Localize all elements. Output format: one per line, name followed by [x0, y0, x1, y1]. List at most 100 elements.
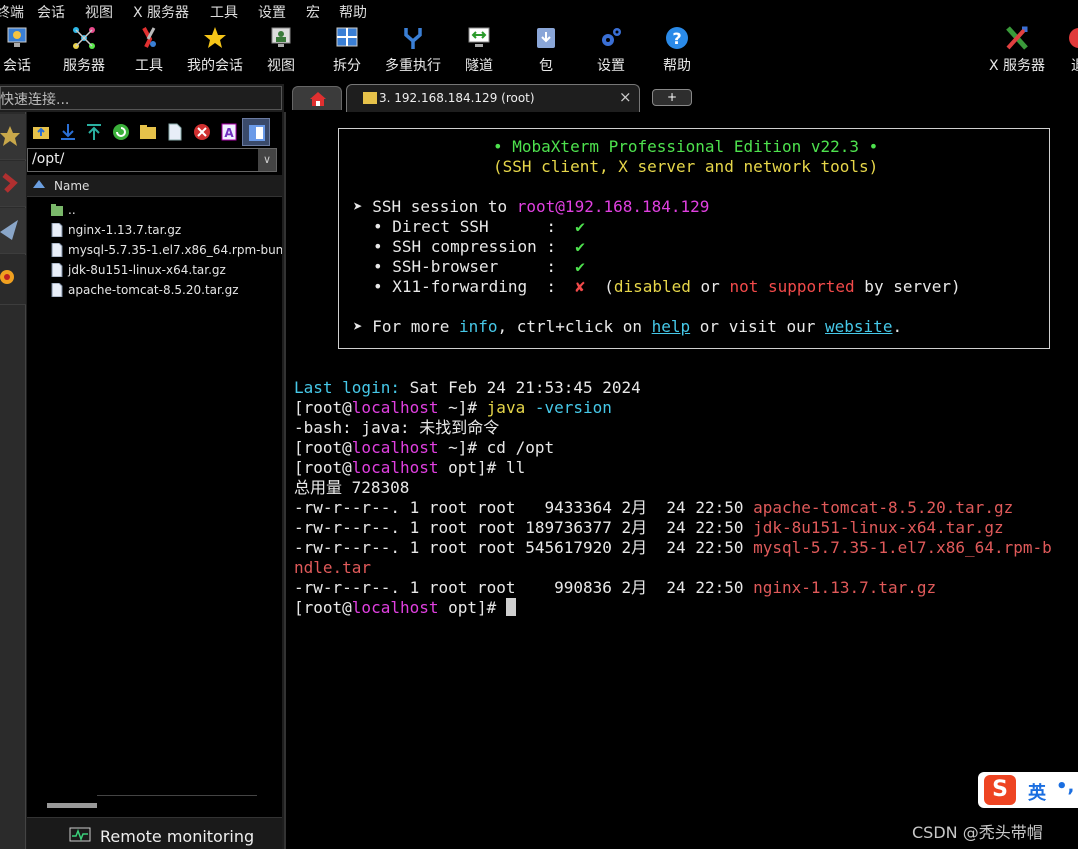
terminal-line-listing: -rw-r--r--. 1 root root 9433364 2月 24 22…	[294, 498, 1014, 517]
monitor-icon	[7, 27, 27, 47]
column-header-name[interactable]: Name	[27, 175, 282, 197]
package-icon	[537, 28, 555, 48]
file-row-parent[interactable]: ..	[49, 200, 282, 220]
terminal-line-last-login: Last login: Sat Feb 24 21:53:45 2024	[294, 378, 641, 397]
file-icon	[51, 283, 63, 297]
macros-side-tab[interactable]	[0, 255, 26, 305]
send-icon	[0, 220, 18, 240]
terminal-line-listing: -rw-r--r--. 1 root root 189736377 2月 24 …	[294, 518, 1004, 537]
svg-text:?: ?	[672, 29, 681, 48]
banner-feature: • SSH compression : ✔	[373, 237, 585, 256]
power-icon	[1069, 28, 1078, 48]
parent-folder-icon	[51, 204, 63, 216]
menu-help[interactable]: 帮助	[339, 2, 367, 22]
exit-button[interactable]: 退	[1066, 25, 1078, 75]
servers-icon	[73, 27, 95, 49]
split-button[interactable]: 拆分	[330, 25, 364, 75]
split-icon	[336, 27, 358, 47]
mobaxterm-window: 终端 会话 视图 X 服务器 工具 设置 宏 帮助 会话 服务器 工具 我的会话…	[0, 0, 1078, 849]
my-sessions-button[interactable]: 我的会话	[184, 25, 246, 75]
ime-punctuation-toggle[interactable]: •,	[1056, 776, 1074, 797]
menu-xserver[interactable]: X 服务器	[133, 2, 189, 22]
terminal-line-listing: -rw-r--r--. 1 root root 545617920 2月 24 …	[294, 538, 1052, 557]
chevron-down-icon[interactable]: ∨	[258, 149, 276, 171]
remote-path-field[interactable]: /opt/ ∨	[27, 148, 277, 172]
monitoring-icon	[69, 827, 91, 842]
tools-button[interactable]: 工具	[130, 25, 168, 75]
banner-session-line: ➤ SSH session to root@192.168.184.129	[353, 197, 710, 216]
menu-session[interactable]: 会话	[37, 2, 65, 22]
help-link[interactable]: help	[652, 317, 691, 336]
delete-icon[interactable]	[192, 122, 212, 142]
file-row[interactable]: jdk-8u151-linux-x64.tar.gz	[49, 260, 282, 280]
menu-bar: 终端 会话 视图 X 服务器 工具 设置 宏 帮助	[0, 0, 1078, 21]
rocket-icon	[2, 173, 18, 193]
help-icon: ?	[666, 27, 688, 49]
close-icon[interactable]: ×	[619, 88, 632, 106]
star-icon	[0, 126, 20, 146]
macro-icon	[0, 270, 14, 284]
menu-view[interactable]: 视图	[85, 2, 113, 22]
rename-icon[interactable]: A	[219, 122, 239, 142]
help-button[interactable]: ? 帮助	[660, 25, 694, 75]
new-file-icon[interactable]	[165, 122, 185, 142]
quick-connect-input[interactable]: 快速连接...	[0, 86, 282, 110]
upload-icon[interactable]	[84, 122, 104, 142]
view-button[interactable]: 视图	[263, 25, 299, 75]
multi-exec-button[interactable]: 多重执行	[382, 25, 444, 75]
file-row[interactable]: mysql-5.7.35-1.el7.x86_64.rpm-bund	[49, 240, 282, 260]
xserver-icon	[1006, 26, 1028, 50]
session-tab-icon	[363, 92, 377, 104]
xserver-button[interactable]: X 服务器	[986, 25, 1048, 75]
terminal-line-listing: -rw-r--r--. 1 root root 990836 2月 24 22:…	[294, 578, 937, 597]
sftp-browser: A /opt/ ∨ Name .. nginx-1.13.7.tar.gz my…	[27, 112, 282, 849]
terminal-line-output: -bash: java: 未找到命令	[294, 418, 500, 437]
file-row[interactable]: nginx-1.13.7.tar.gz	[49, 220, 282, 240]
watermark: CSDN @秃头带帽	[912, 823, 1043, 842]
file-toolbar: A	[27, 118, 282, 146]
horizontal-scrollbar[interactable]	[47, 803, 97, 808]
refresh-icon[interactable]	[111, 122, 131, 142]
folder-up-icon[interactable]	[31, 122, 51, 142]
sogou-logo-icon: S	[984, 775, 1016, 805]
new-folder-icon[interactable]	[138, 122, 158, 142]
tools-icon	[142, 27, 156, 48]
sftp-side-tab[interactable]	[0, 208, 26, 254]
terminal-folder-icon	[249, 125, 265, 141]
terminal-view[interactable]: • MobaXterm Professional Edition v22.3 •…	[284, 112, 1078, 849]
divider	[97, 795, 257, 796]
tab-bar: 3. 192.168.184.129 (root) × +	[284, 84, 1078, 112]
ime-language-toggle[interactable]: 英	[1028, 779, 1046, 805]
home-tab[interactable]	[292, 86, 342, 110]
session-button[interactable]: 会话	[0, 25, 34, 75]
tools-side-tab[interactable]	[0, 161, 26, 207]
follow-terminal-toggle[interactable]	[242, 118, 270, 146]
side-tab-strip	[0, 112, 26, 849]
menu-terminal[interactable]: 终端	[0, 2, 24, 22]
svg-text:A: A	[224, 126, 234, 140]
tunnel-button[interactable]: 隧道	[461, 25, 497, 75]
website-link[interactable]: website	[825, 317, 892, 336]
menu-macros[interactable]: 宏	[306, 2, 320, 22]
file-icon	[51, 263, 63, 277]
servers-button[interactable]: 服务器	[58, 25, 110, 75]
file-row[interactable]: apache-tomcat-8.5.20.tar.gz	[49, 280, 282, 300]
terminal-line-prompt: [root@localhost opt]#	[294, 598, 516, 618]
ime-toolbar[interactable]: S 英 •,	[978, 772, 1078, 808]
new-tab-button[interactable]: +	[652, 89, 692, 106]
tab-session[interactable]: 3. 192.168.184.129 (root) ×	[346, 84, 640, 112]
menu-settings[interactable]: 设置	[258, 2, 286, 22]
tunnel-icon	[468, 27, 490, 47]
banner-info-line: ➤ For more info, ctrl+click on help or v…	[353, 317, 903, 336]
menu-tools[interactable]: 工具	[210, 2, 238, 22]
packages-button[interactable]: 包	[532, 25, 560, 75]
remote-monitoring-button[interactable]: Remote monitoring	[27, 817, 282, 849]
download-icon[interactable]	[58, 122, 78, 142]
settings-button[interactable]: 设置	[594, 25, 628, 75]
toolbar: 会话 服务器 工具 我的会话 视图 拆分 多重执行 隧道 包 设置 ? 帮助 X…	[0, 21, 1078, 84]
terminal-line-prompt: [root@localhost ~]# java -version	[294, 398, 612, 417]
star-icon	[204, 27, 226, 48]
terminal-line-output: 总用量 728308	[294, 478, 410, 497]
sessions-side-tab[interactable]	[0, 114, 26, 160]
gear-icon	[602, 28, 621, 46]
